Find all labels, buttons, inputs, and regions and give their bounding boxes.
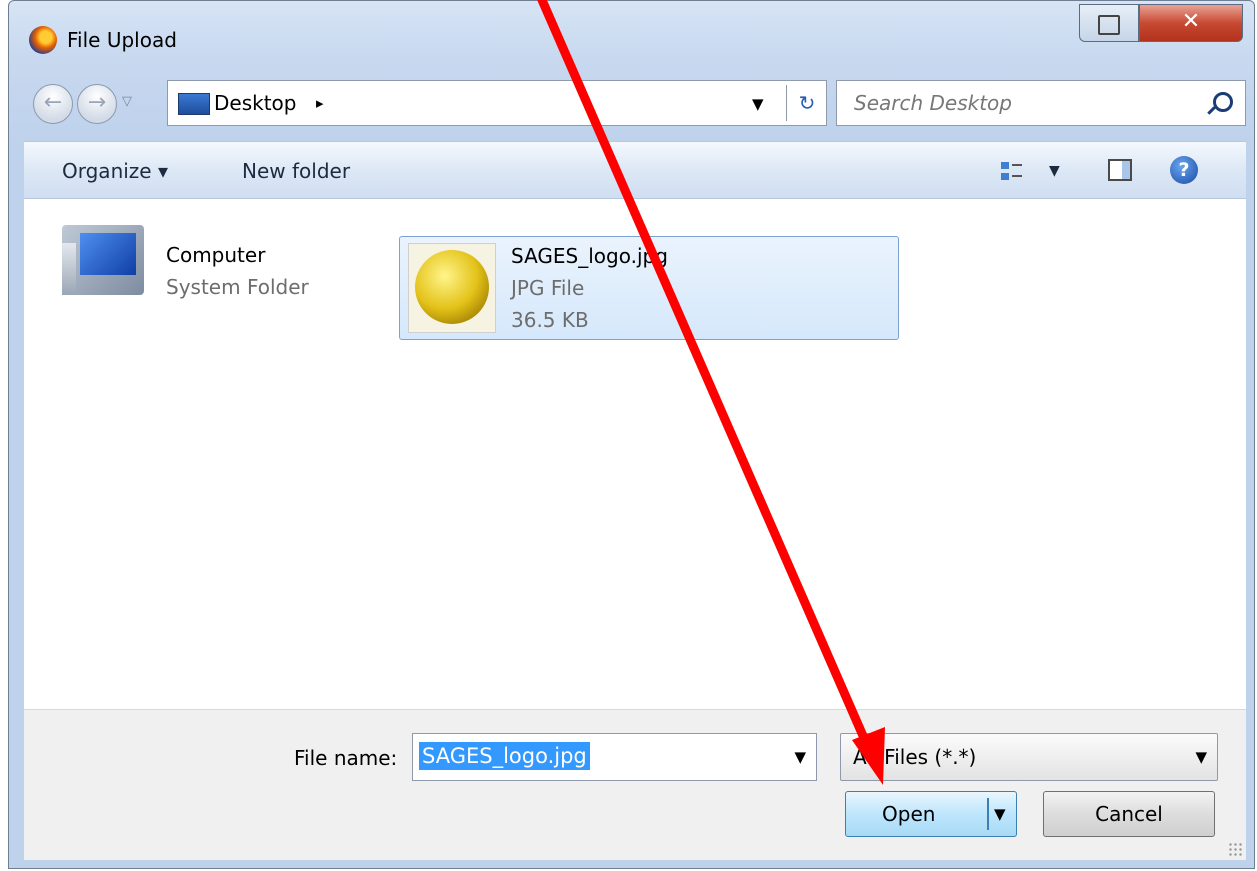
back-button[interactable]: ←	[33, 84, 73, 124]
breadcrumb-chevron-icon[interactable]: ▸	[316, 94, 324, 112]
resize-grip-icon[interactable]	[1228, 842, 1242, 856]
search-icon[interactable]	[1213, 92, 1233, 112]
file-name-input[interactable]: SAGES_logo.jpg ▼	[412, 733, 817, 781]
split-divider	[987, 798, 989, 830]
open-label: Open	[882, 802, 936, 826]
breadcrumb-desktop[interactable]: Desktop	[214, 91, 296, 115]
close-button[interactable]: ✕	[1139, 4, 1243, 42]
window-title: File Upload	[67, 28, 177, 52]
item-name: Computer	[166, 243, 266, 267]
refresh-icon[interactable]: ↻	[786, 85, 827, 121]
help-icon[interactable]: ?	[1170, 156, 1198, 184]
cancel-button[interactable]: Cancel	[1043, 791, 1215, 837]
file-name-label: File name:	[294, 746, 398, 770]
file-type-dropdown-icon[interactable]: ▼	[1195, 748, 1207, 766]
dialog-footer: File name: SAGES_logo.jpg ▼ All Files (*…	[24, 709, 1246, 860]
file-type-value: All Files (*.*)	[853, 745, 977, 769]
recent-pages-dropdown-icon[interactable]: ▽	[122, 94, 132, 109]
title-bar: File Upload ✕	[9, 1, 1254, 79]
list-item-sages-logo[interactable]: SAGES_logo.jpg JPG File 36.5 KB	[399, 236, 899, 340]
open-options-dropdown-icon[interactable]: ▼	[994, 792, 1006, 836]
address-dropdown-icon[interactable]: ▼	[752, 95, 764, 113]
list-item-computer[interactable]: Computer System Folder	[48, 217, 348, 327]
file-name-value[interactable]: SAGES_logo.jpg	[419, 742, 590, 770]
item-type: System Folder	[166, 275, 309, 299]
forward-button[interactable]: →	[77, 84, 117, 124]
preview-pane-icon[interactable]	[1108, 159, 1132, 181]
organize-button[interactable]: Organize ▾	[62, 159, 168, 183]
address-bar[interactable]: Desktop ▸ ▼ ↻	[167, 80, 827, 126]
file-list[interactable]: Computer System Folder SAGES_logo.jpg JP…	[24, 199, 1246, 709]
firefox-icon	[29, 26, 57, 54]
computer-icon	[62, 225, 144, 295]
search-input[interactable]: Search Desktop	[836, 80, 1246, 126]
back-arrow-icon: ←	[43, 90, 63, 115]
desktop-icon	[178, 93, 210, 115]
command-toolbar: Organize ▾ New folder ▼ ?	[24, 141, 1246, 199]
file-name-dropdown-icon[interactable]: ▼	[794, 748, 806, 766]
open-button[interactable]: Open ▼	[845, 791, 1017, 837]
change-view-icon[interactable]	[999, 159, 1023, 183]
item-name: SAGES_logo.jpg	[511, 244, 668, 268]
view-options-dropdown-icon[interactable]: ▼	[1049, 163, 1060, 179]
item-size: 36.5 KB	[511, 308, 589, 332]
image-thumbnail	[408, 243, 496, 333]
search-placeholder: Search Desktop	[854, 91, 1012, 115]
file-type-select[interactable]: All Files (*.*) ▼	[840, 733, 1218, 781]
close-icon: ✕	[1181, 9, 1201, 34]
restore-icon	[1098, 15, 1120, 35]
forward-arrow-icon: →	[87, 90, 107, 115]
file-upload-dialog: File Upload ✕ ← → ▽ Desktop ▸ ▼ ↻ Search…	[8, 0, 1255, 869]
new-folder-button[interactable]: New folder	[242, 159, 350, 183]
restore-button[interactable]	[1079, 4, 1139, 42]
item-type: JPG File	[511, 276, 585, 300]
